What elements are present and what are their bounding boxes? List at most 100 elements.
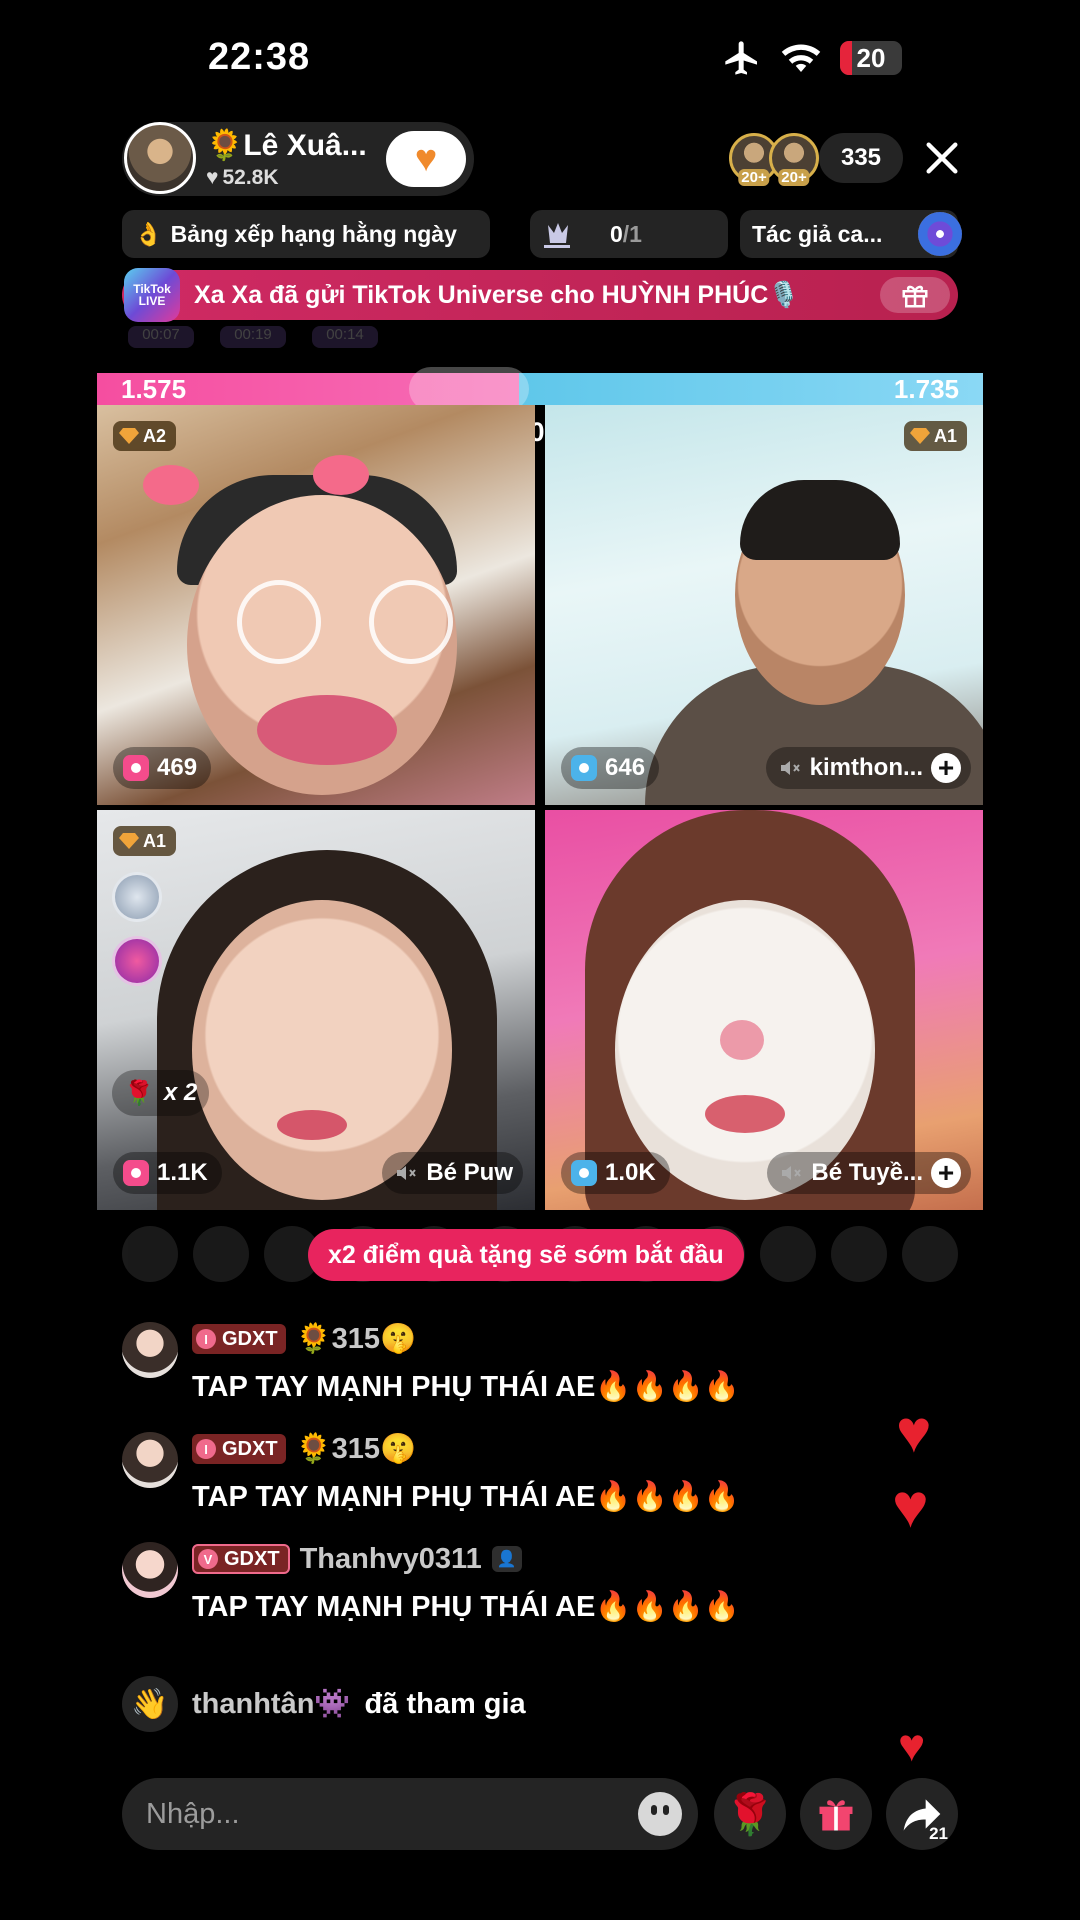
host-name[interactable]: 🌻Lê Xuâ... xyxy=(206,128,367,163)
heart-icon: ♥ xyxy=(892,1472,929,1541)
chat-username[interactable]: 🌻315🤫 xyxy=(296,1322,417,1356)
filter-bow xyxy=(143,465,199,505)
gift-timer-badges: 00:07 00:19 00:14 xyxy=(128,326,378,348)
filter-bow xyxy=(313,455,369,495)
rose-icon: 🌹 xyxy=(124,1079,154,1107)
tile-score-value: 1.0K xyxy=(605,1159,656,1186)
gift-timer: 00:19 xyxy=(220,326,286,348)
lightning-effect-icon[interactable] xyxy=(112,936,162,986)
score-cup-icon xyxy=(123,755,149,781)
heart-icon: ♥ xyxy=(898,1719,926,1771)
heart-icon: ♥ xyxy=(896,1398,932,1465)
tile-score-value: 469 xyxy=(157,754,198,781)
fan-badge: I GDXT xyxy=(192,1324,286,1354)
user-icon: 👤 xyxy=(491,1546,522,1572)
mute-icon xyxy=(780,761,800,775)
participant-lips xyxy=(277,1110,347,1140)
mute-icon xyxy=(397,1166,417,1180)
badge-icon: I xyxy=(196,1439,216,1459)
battery-indicator: 20 xyxy=(840,41,902,75)
chat-avatar[interactable] xyxy=(122,1322,178,1378)
viewer-list[interactable]: 20+ 20+ 335 xyxy=(729,133,903,186)
chat-avatar[interactable] xyxy=(122,1542,178,1598)
song-author-label: Tác giả ca... xyxy=(752,220,883,247)
plus-icon[interactable]: + xyxy=(931,1158,961,1188)
wave-icon: 👋 xyxy=(122,1676,178,1732)
chat-message[interactable]: I GDXT 🌻315🤫 TAP TAY MẠNH PHỤ THÁI AE🔥🔥🔥🔥 xyxy=(122,1320,842,1404)
close-icon[interactable] xyxy=(922,138,962,178)
diamond-icon xyxy=(119,833,139,849)
join-notice: 👋 thanhtân👾 đã tham gia xyxy=(122,1676,526,1732)
announcement-banner: x2 điểm quà tặng sẽ sớm bắt đầu xyxy=(308,1229,744,1281)
status-time: 22:38 xyxy=(208,36,311,78)
rank-label: A1 xyxy=(143,830,167,851)
participant-name-chip[interactable]: Bé Tuyề... + xyxy=(767,1152,971,1194)
chat-message[interactable]: V GDXT Thanhvy0311 👤 TAP TAY MẠNH PHỤ THÁ… xyxy=(122,1540,842,1624)
chat-username[interactable]: Thanhvy0311 xyxy=(300,1543,482,1576)
top-viewer-avatar[interactable]: 20+ xyxy=(769,133,819,186)
chat-text: TAP TAY MẠNH PHỤ THÁI AE🔥🔥🔥🔥 xyxy=(192,1481,740,1513)
tile-score: 469 xyxy=(113,747,212,789)
fire-icon: 👌 xyxy=(134,220,163,247)
gift-combo: 🌹 x 2 xyxy=(112,1070,210,1116)
emoji-icon[interactable] xyxy=(638,1792,682,1836)
chat-avatar[interactable] xyxy=(122,1432,178,1488)
join-username[interactable]: thanhtân👾 xyxy=(192,1687,351,1721)
chat-text: TAP TAY MẠNH PHỤ THÁI AE🔥🔥🔥🔥 xyxy=(192,1591,740,1623)
goal-chip[interactable]: 0/1 xyxy=(530,210,728,258)
participant-name-chip[interactable]: kimthon... + xyxy=(765,747,971,789)
host-avatar[interactable] xyxy=(124,122,196,194)
rose-gift-button[interactable]: 🌹 xyxy=(714,1778,786,1850)
gift-timer: 00:14 xyxy=(312,326,378,348)
rank-label: A1 xyxy=(933,425,957,446)
filter-lips xyxy=(257,695,397,765)
disc-icon xyxy=(918,212,962,256)
filter-glasses xyxy=(237,580,321,664)
filter-nose xyxy=(720,1020,764,1060)
viewer-count[interactable]: 335 xyxy=(819,133,903,183)
video-tile-4[interactable]: 1.0K Bé Tuyề... + xyxy=(545,810,983,1210)
chat-username[interactable]: 🌻315🤫 xyxy=(296,1432,417,1466)
combo-multiplier: x 2 xyxy=(163,1079,198,1106)
battery-level: 20 xyxy=(856,42,886,73)
fan-badge-label: GDXT xyxy=(222,1437,278,1460)
video-tile-3[interactable]: A1 1.1K Bé Puw xyxy=(97,810,535,1210)
comment-input[interactable]: Nhập... xyxy=(122,1778,698,1850)
diamond-icon xyxy=(909,428,930,444)
daily-ranking-chip[interactable]: 👌 Bảng xếp hạng hằng ngày xyxy=(122,210,490,258)
badge-icon: V xyxy=(198,1549,218,1569)
song-author-chip[interactable]: Tác giả ca... xyxy=(740,210,962,258)
contributor-avatar xyxy=(192,1226,249,1282)
viewer-badge: 20+ xyxy=(778,169,810,186)
contributor-avatar xyxy=(760,1226,817,1282)
chat-message[interactable]: I GDXT 🌻315🤫 TAP TAY MẠNH PHỤ THÁI AE🔥🔥🔥🔥 xyxy=(122,1430,842,1514)
chat-list[interactable]: I GDXT 🌻315🤫 TAP TAY MẠNH PHỤ THÁI AE🔥🔥🔥🔥… xyxy=(122,1320,842,1732)
participant-name-chip[interactable]: Bé Puw xyxy=(382,1152,523,1194)
diamond-icon xyxy=(119,428,139,444)
follow-button[interactable]: ♥ 10 xyxy=(386,131,466,187)
tile-score: 1.0K xyxy=(561,1152,670,1194)
battery-fill xyxy=(840,41,853,75)
video-tile-2[interactable]: A1 646 kimthon... + xyxy=(545,405,983,805)
share-button[interactable]: 21 xyxy=(886,1778,958,1850)
rank-badge: A2 xyxy=(113,421,177,451)
goal-value: 0/1 xyxy=(610,221,642,248)
gift-icon[interactable] xyxy=(880,277,950,313)
cloud-effect-icon[interactable] xyxy=(112,872,162,922)
video-tile-1[interactable]: A2 469 xyxy=(97,405,535,805)
goal-total: /1 xyxy=(622,220,642,247)
score-cup-icon xyxy=(123,1160,149,1186)
gift-banner[interactable]: TikTok LIVE Xa Xa đã gửi TikTok Universe… xyxy=(122,268,958,322)
fan-badge: V GDXT xyxy=(192,1544,290,1574)
tile-score: 646 xyxy=(561,747,660,789)
effect-list xyxy=(112,872,162,986)
tile-score-value: 646 xyxy=(605,754,646,781)
participant-lips xyxy=(705,1095,785,1133)
contributor-avatar xyxy=(901,1226,958,1282)
gift-button[interactable] xyxy=(800,1778,872,1850)
chat-header: I GDXT 🌻315🤫 xyxy=(192,1320,842,1358)
participant-name: kimthon... xyxy=(809,754,923,781)
plus-icon[interactable]: + xyxy=(931,753,961,783)
battle-score-bar: 1.575 1.735 xyxy=(97,373,983,405)
rank-badge: A1 xyxy=(903,421,967,451)
